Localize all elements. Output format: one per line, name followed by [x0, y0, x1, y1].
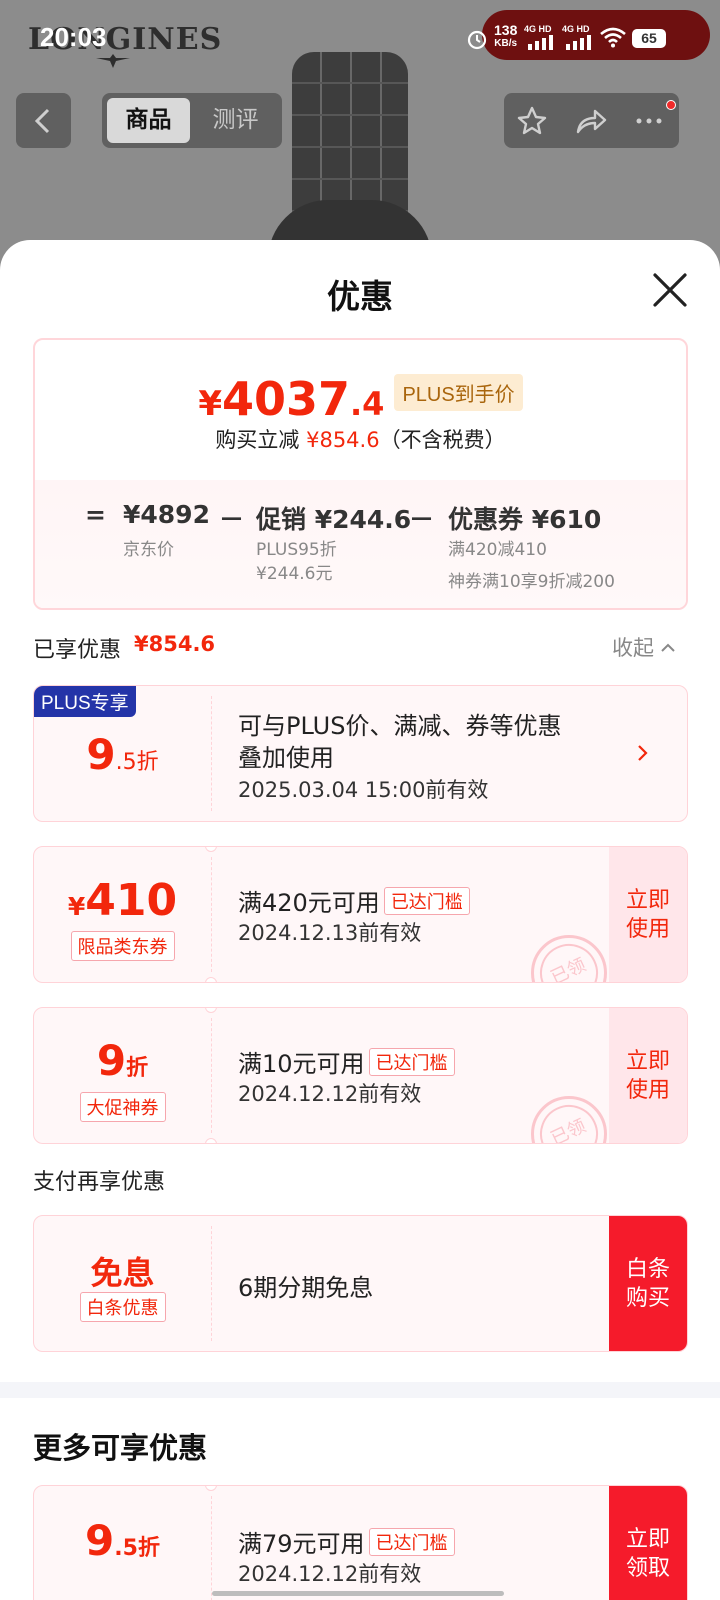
savings-line: 购买立减 ¥854.6（不含税费） [215, 428, 506, 452]
coupon-value: 9.5折 [85, 1516, 160, 1565]
coupon-type-tag: 大促神券 [79, 1092, 166, 1122]
tab-review[interactable]: 测评 [194, 98, 277, 143]
promo-detail: PLUS95折 [256, 540, 337, 560]
wifi-icon [600, 27, 626, 48]
coupon-condition: 满420元可用 已达门槛 [238, 883, 470, 918]
home-indicator[interactable] [212, 1591, 504, 1596]
promo-amount: 促销 ¥244.6 [256, 505, 412, 534]
page-tabs: 商品 测评 [102, 93, 282, 148]
price-summary-card: ¥4037.4 PLUS到手价 购买立减 ¥854.6（不含税费） = ¥4892… [33, 338, 688, 610]
enjoyed-amount: ¥854.6 [134, 632, 216, 656]
chevron-left-icon [34, 108, 50, 134]
claimed-stamp: 已领 [530, 1095, 608, 1143]
status-time: 20:03 [40, 22, 107, 52]
formula-minus: － [409, 505, 435, 534]
tab-product[interactable]: 商品 [107, 98, 190, 143]
baitiao-value: 免息 [90, 1254, 155, 1292]
more-icon [636, 118, 662, 124]
share-icon [576, 109, 607, 134]
jd-price-label: 京东价 [123, 540, 174, 560]
plus-badge: PLUS专享 [34, 686, 136, 717]
coupon-expiry: 2024.12.13前有效 [238, 921, 422, 945]
claimed-stamp: 已领 [530, 934, 608, 982]
discount-value: 9.5折 [86, 730, 159, 779]
enjoyed-discount-row: 已享优惠 ¥854.6 收起 [33, 632, 688, 663]
threshold-badge: 已达门槛 [383, 887, 470, 915]
coupon-expiry: 2024.12.12前有效 [238, 1562, 422, 1586]
coupon-detail: 满420减410 [448, 540, 547, 560]
coupon-condition: 满79元可用 已达门槛 [238, 1524, 455, 1559]
plus-price-tag: PLUS到手价 [394, 374, 523, 411]
use-now-button[interactable]: 立即 使用 [609, 847, 687, 982]
threshold-badge: 已达门槛 [368, 1048, 455, 1076]
signal-icon: 4G HD [562, 24, 598, 50]
coupon-card: ¥410 限品类东券 满420元可用 已达门槛 2024.12.13前有效 已领 … [33, 846, 688, 983]
share-button[interactable] [562, 93, 620, 148]
coupon-expiry: 2024.12.12前有效 [238, 1082, 422, 1106]
enjoyed-label: 已享优惠 [33, 638, 122, 663]
chevron-up-icon [661, 643, 675, 652]
battery-icon: 65 [632, 29, 666, 48]
coupon-condition: 满10元可用 已达门槛 [238, 1044, 455, 1079]
network-speed: 138 KB/s [494, 22, 518, 49]
pay-section-label: 支付再享优惠 [33, 1170, 166, 1195]
star-icon [517, 106, 547, 135]
signal-icon: 4G HD [524, 24, 560, 50]
claim-now-button[interactable]: 立即 领取 [609, 1486, 687, 1600]
card-expiry: 2025.03.04 15:00前有效 [238, 778, 489, 802]
back-button[interactable] [16, 93, 71, 148]
notification-dot [666, 100, 676, 110]
coupon-type-tag: 限品类东券 [70, 931, 175, 961]
coupon-value: 9折 [96, 1036, 149, 1085]
card-description: 叠加使用 [238, 744, 334, 772]
jd-price: ¥4892 [123, 500, 210, 529]
plus-discount-card[interactable]: PLUS专享 9.5折 可与PLUS价、满减、券等优惠 叠加使用 2025.03… [33, 685, 688, 822]
collapse-button[interactable]: 收起 [612, 632, 676, 662]
baitiao-buy-button[interactable]: 白条 购买 [609, 1216, 687, 1351]
baitiao-tag: 白条优惠 [79, 1292, 166, 1322]
brand-wing-icon [96, 54, 130, 68]
threshold-badge: 已达门槛 [368, 1528, 455, 1556]
formula-minus: － [219, 505, 245, 534]
card-description: 可与PLUS价、满减、券等优惠 [238, 712, 562, 740]
baitiao-card: 免息 白条优惠 6期分期免息 白条 购买 [33, 1215, 688, 1352]
alarm-icon [467, 30, 487, 50]
promo-detail: ¥244.6元 [256, 564, 333, 584]
coupon-detail: 神券满10享9折减200 [448, 572, 615, 592]
use-now-button[interactable]: 立即 使用 [609, 1008, 687, 1143]
nav-actions [504, 93, 679, 148]
close-icon[interactable] [650, 270, 690, 310]
more-offers-title: 更多可享优惠 [33, 1431, 208, 1465]
sheet-title: 优惠 [327, 277, 393, 316]
formula-equals: = [85, 500, 106, 529]
installment-text: 6期分期免息 [238, 1274, 374, 1302]
coupon-amount: 优惠券 ¥610 [448, 505, 602, 534]
promotion-sheet: 优惠 ¥4037.4 PLUS到手价 购买立减 ¥854.6（不含税费） = ¥4… [0, 240, 720, 1600]
coupon-card: 9.5折 满79元可用 已达门槛 2024.12.12前有效 立即 领取 [33, 1485, 688, 1600]
final-price: ¥4037.4 PLUS到手价 [35, 372, 686, 428]
favorite-button[interactable] [504, 93, 562, 148]
coupon-card: 9折 大促神券 满10元可用 已达门槛 2024.12.12前有效 已领 立即 使用 [33, 1007, 688, 1144]
section-divider [0, 1382, 720, 1398]
coupon-value: ¥410 [67, 875, 178, 926]
chevron-right-icon[interactable] [636, 743, 650, 763]
